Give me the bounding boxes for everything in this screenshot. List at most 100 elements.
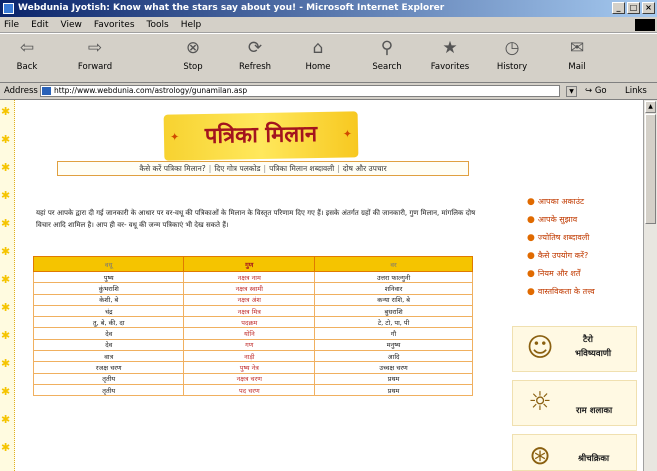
minimize-button[interactable]: _	[612, 2, 625, 14]
window-titlebar: Webdunia Jyotish: Know what the stars sa…	[0, 0, 657, 17]
home-button[interactable]: ⌂ Home	[293, 37, 343, 72]
address-input[interactable]: http://www.webdunia.com/astrology/gunami…	[40, 85, 560, 97]
star-icon: ✱	[1, 273, 11, 286]
mail-icon: ✉	[569, 38, 585, 58]
scroll-up-button[interactable]: ▲	[645, 101, 656, 113]
table-row: चंद्र नक्षत्र मित्र बुधराशि	[32, 304, 473, 318]
maximize-button[interactable]: □	[627, 2, 640, 14]
favorites-button[interactable]: ★ Favorites	[425, 37, 475, 72]
table-row: पुष्य नक्षत्र नाम उत्तरा फाल्गुनी	[32, 270, 473, 284]
menu-tools[interactable]: Tools	[147, 20, 169, 30]
header-bride: वधू	[32, 256, 185, 272]
close-button[interactable]: ×	[642, 2, 655, 14]
star-icon: ✱	[1, 105, 11, 118]
forward-button[interactable]: ⇨ Forward	[70, 37, 120, 72]
promo-ram-shalaka[interactable]: ☼ राम शलाका	[512, 380, 637, 426]
stop-button[interactable]: ⊗ Stop	[168, 37, 218, 72]
star-border: ✱ ✱ ✱ ✱ ✱ ✱ ✱ ✱ ✱ ✱ ✱ ✱ ✱	[0, 100, 15, 471]
table-row: देव गण मनुष्य	[32, 338, 473, 352]
refresh-button[interactable]: ⟳ Refresh	[230, 37, 280, 72]
attribute-cell[interactable]: योनि	[183, 327, 316, 340]
sidebar-item-elements[interactable]: ● वास्तविकता के तत्त्व	[527, 286, 642, 304]
star-icon: ✱	[1, 329, 11, 342]
sidebar-item-suggestions[interactable]: ● आपके सुझाव	[527, 214, 642, 232]
bullet-icon: ●	[527, 269, 535, 279]
sidebar-item-label: नियम और शर्तें	[537, 269, 581, 278]
search-button[interactable]: ⚲ Search	[362, 37, 412, 72]
menu-help[interactable]: Help	[181, 20, 202, 30]
groom-cell: गौ	[314, 327, 473, 340]
attribute-cell[interactable]: पुष्य नेत्र	[183, 361, 316, 374]
attribute-cell[interactable]: नाड़ी	[183, 350, 316, 363]
address-dropdown-button[interactable]: ▼	[566, 86, 577, 97]
groom-cell: टे, टो, पा, पी	[314, 316, 473, 329]
matching-table: वधू गुण वर पुष्य नक्षत्र नाम उत्तरा फाल्गु…	[32, 256, 473, 397]
bride-cell: तृतीय	[32, 383, 185, 397]
attribute-cell[interactable]: नक्षत्र मित्र	[183, 304, 316, 318]
bride-cell: देव	[32, 327, 185, 340]
subnav-link-how[interactable]: कैसे करें पत्रिका मिलान?	[139, 164, 205, 174]
vertical-scrollbar[interactable]: ▲	[643, 100, 657, 471]
attribute-cell[interactable]: गण	[183, 338, 316, 352]
menu-edit[interactable]: Edit	[31, 20, 48, 30]
sidebar-links: ● आपका अकाउंट ● आपके सुझाव ● ज्योतिष शब्दाव…	[527, 196, 642, 304]
subnav-link-gotra[interactable]: दिए गोत्र पलकोड	[214, 164, 260, 174]
promo-tarot-title: टैरो	[583, 335, 593, 345]
promo-wheel[interactable]: ⊛ श्रीचक्रिका	[512, 434, 637, 471]
attribute-cell[interactable]: नक्षत्र अंश	[183, 293, 316, 306]
window-controls: _ □ ×	[612, 2, 655, 14]
attribute-cell[interactable]: नक्षत्र स्वामी	[183, 282, 316, 295]
sidebar-item-howto[interactable]: ● कैसे उपयोग करें?	[527, 250, 642, 268]
browser-toolbar: ⇦ Back ⇨ Forward ⊗ Stop ⟳ Refresh ⌂ Home ⚲ Sea…	[0, 33, 657, 83]
address-label: Address	[4, 86, 38, 96]
forward-label: Forward	[77, 62, 113, 72]
table-row: देव योनि गौ	[32, 327, 473, 340]
attribute-cell[interactable]: नक्षत्र नाम	[183, 270, 316, 284]
star-icon: ✱	[1, 217, 11, 230]
header-attribute: गुण	[183, 256, 316, 272]
history-button[interactable]: ◷ History	[487, 37, 537, 72]
back-button[interactable]: ⇦ Back	[2, 37, 52, 72]
table-row: रजक्ष चरण पुष्य नेत्र उच्चक्ष चरण	[32, 361, 473, 374]
mail-label: Mail	[568, 62, 586, 72]
promo-ram-shalaka-title: राम शलाका	[576, 406, 613, 416]
table-row: तृतीय नक्षत्र चरण प्रथम	[32, 372, 473, 385]
menu-bar: File Edit View Favorites Tools Help	[0, 17, 657, 33]
mail-button[interactable]: ✉ Mail	[552, 37, 602, 72]
favorites-icon: ★	[442, 38, 458, 58]
table-row: वात्र नाड़ी आदि	[32, 350, 473, 363]
subnav-link-glossary[interactable]: पत्रिका मिलान शब्दावली	[269, 164, 334, 174]
sidebar-item-glossary[interactable]: ● ज्योतिष शब्दावली	[527, 232, 642, 250]
bullet-icon: ●	[527, 197, 535, 207]
scroll-thumb[interactable]	[645, 114, 656, 224]
bride-cell: वात्र	[32, 350, 185, 363]
menu-favorites[interactable]: Favorites	[94, 20, 135, 30]
bullet-icon: ●	[527, 287, 535, 297]
menu-file[interactable]: File	[4, 20, 19, 30]
sidebar-item-label: कैसे उपयोग करें?	[537, 251, 589, 260]
sidebar-item-terms[interactable]: ● नियम और शर्तें	[527, 268, 642, 286]
bullet-icon: ●	[527, 251, 535, 261]
header-groom: वर	[314, 256, 473, 272]
attribute-cell[interactable]: पद चरण	[183, 383, 316, 397]
star-icon: ✱	[1, 385, 11, 398]
star-icon: ✱	[1, 133, 11, 146]
subnav-link-dosh[interactable]: दोष और उपचार	[343, 164, 387, 174]
ie-logo-icon	[3, 3, 14, 14]
sub-navigation: कैसे करें पत्रिका मिलान? | दिए गोत्र पलको…	[57, 161, 469, 176]
go-button[interactable]: ↪ Go	[585, 86, 607, 96]
promo-tarot[interactable]: ☺ टैरो भविष्यवाणी	[512, 326, 637, 372]
menu-view[interactable]: View	[61, 20, 82, 30]
intro-paragraph: यहां पर आपके द्वारा दी गई जानकारी के आधा…	[36, 209, 476, 229]
home-label: Home	[305, 62, 331, 72]
attribute-cell[interactable]: पदक्रम	[183, 316, 316, 329]
zodiac-wheel-icon: ⊛	[529, 441, 551, 471]
history-label: History	[496, 62, 528, 72]
table-row: तृतीय पद चरण प्रथम	[32, 383, 473, 397]
page-icon	[42, 87, 51, 95]
attribute-cell[interactable]: नक्षत्र चरण	[183, 372, 316, 385]
address-bar: Address http://www.webdunia.com/astrolog…	[0, 83, 657, 100]
star-icon: ✱	[1, 357, 11, 370]
links-button[interactable]: Links	[625, 86, 647, 96]
sidebar-item-account[interactable]: ● आपका अकाउंट	[527, 196, 642, 214]
